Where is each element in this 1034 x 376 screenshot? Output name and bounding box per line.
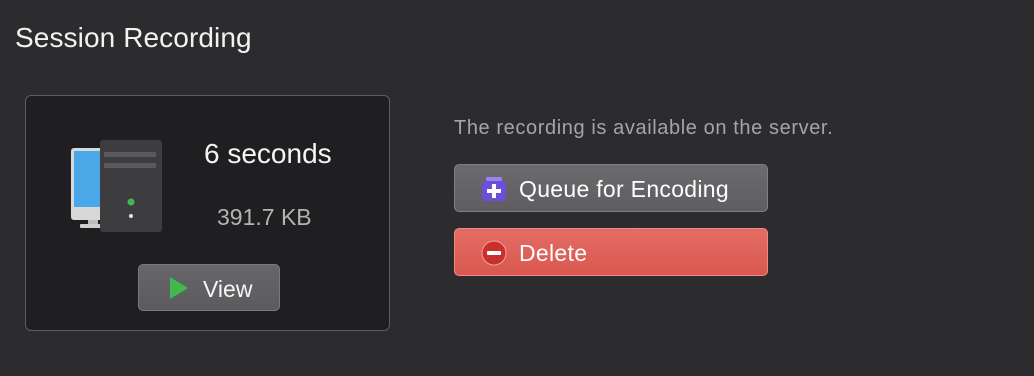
play-icon <box>170 277 188 299</box>
recording-duration: 6 seconds <box>204 138 332 169</box>
view-button[interactable]: View <box>138 264 280 311</box>
computer-tower-icon <box>71 140 162 232</box>
recording-size: 391.7 KB <box>217 204 312 230</box>
view-button-label: View <box>203 276 253 302</box>
queue-for-encoding-button[interactable]: Queue for Encoding <box>454 164 768 212</box>
delete-button[interactable]: Delete <box>454 228 768 276</box>
queue-add-icon <box>482 177 506 201</box>
status-text: The recording is available on the server… <box>454 117 834 139</box>
delete-minus-icon <box>481 240 507 266</box>
page-title: Session Recording <box>15 22 252 53</box>
queue-button-label: Queue for Encoding <box>519 176 729 202</box>
delete-button-label: Delete <box>519 240 588 266</box>
